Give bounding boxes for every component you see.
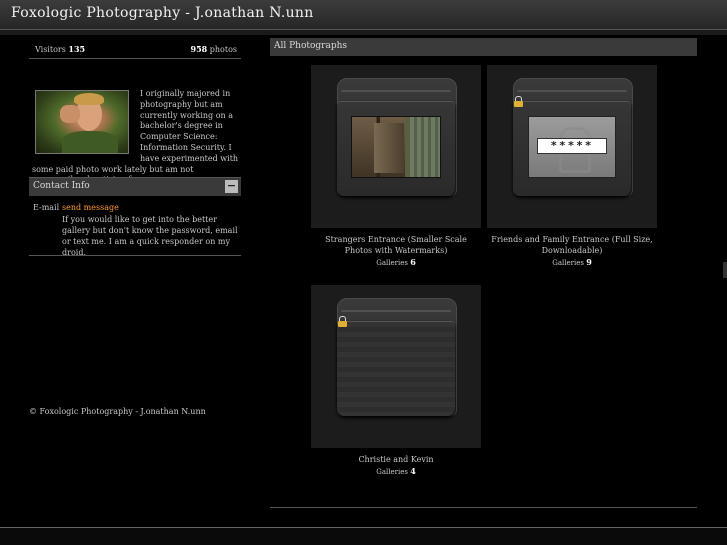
gallery-strangers-entrance[interactable]: Strangers Entrance (Smaller Scale Photos… xyxy=(311,65,481,267)
photos-count: 958 xyxy=(190,44,208,54)
password-mask: ***** xyxy=(537,138,607,154)
avatar xyxy=(35,90,129,154)
bio-section: I originally majored in photography but … xyxy=(29,59,241,184)
visitors-count: 135 xyxy=(68,44,86,54)
gallery-name[interactable]: Christie and Kevin xyxy=(311,454,481,465)
stats-bar: Visitors 135 958 photos xyxy=(29,38,241,59)
gallery-name[interactable]: Strangers Entrance (Smaller Scale Photos… xyxy=(311,234,481,256)
lock-body xyxy=(338,321,347,327)
email-label: E-mail xyxy=(33,203,60,212)
gallery-friends-family-entrance[interactable]: ***** Friends and Family Entrance (Full … xyxy=(487,65,657,267)
contact-info-header: Contact Info − xyxy=(29,177,241,196)
locked-cover: ***** xyxy=(528,116,616,178)
folder-front xyxy=(337,321,455,416)
photos-label: photos xyxy=(209,45,237,54)
gallery-count-label: Galleries xyxy=(376,468,408,476)
visitors-label: Visitors xyxy=(35,45,66,54)
scrollbar-grip[interactable] xyxy=(723,262,727,278)
visitors-stat: Visitors 135 xyxy=(35,44,85,54)
gallery-christie-and-kevin[interactable]: Christie and Kevin Galleries 4 xyxy=(311,285,481,476)
minus-icon[interactable]: − xyxy=(225,180,238,193)
all-photographs-title: All Photographs xyxy=(274,41,348,51)
gallery-thumbnail[interactable] xyxy=(311,285,481,448)
folder-line xyxy=(341,90,451,92)
gallery-name[interactable]: Friends and Family Entrance (Full Size, … xyxy=(487,234,657,256)
lock-icon xyxy=(338,316,347,327)
site-header: Foxologic Photography - J.onathan N.unn xyxy=(0,0,727,30)
gallery-count-label: Galleries xyxy=(376,259,408,267)
gallery-thumbnail[interactable] xyxy=(311,65,481,228)
footer xyxy=(0,528,727,545)
send-message-link[interactable]: send message xyxy=(62,202,119,213)
gallery-count-value: 6 xyxy=(410,257,416,267)
photo-wood xyxy=(410,117,440,177)
folder-line xyxy=(341,310,451,312)
site-title[interactable]: Foxologic Photography - J.onathan N.unn xyxy=(11,5,314,21)
sidebar: Visitors 135 958 photos I originally maj… xyxy=(29,38,241,184)
lock-body xyxy=(514,101,523,107)
lock-icon xyxy=(514,96,523,107)
main-divider xyxy=(270,507,697,508)
folder-line xyxy=(517,90,627,92)
page: Foxologic Photography - J.onathan N.unn … xyxy=(0,0,727,545)
gallery-count: Galleries 6 xyxy=(311,257,481,267)
gallery-count: Galleries 9 xyxy=(487,257,657,267)
gallery-count-label: Galleries xyxy=(552,259,584,267)
contact-note: If you would like to get into the better… xyxy=(62,215,238,257)
gallery-count-value: 9 xyxy=(586,257,592,267)
gallery-thumbnail[interactable]: ***** xyxy=(487,65,657,228)
avatar-hand xyxy=(60,105,80,123)
all-photographs-header: All Photographs xyxy=(270,38,697,56)
copyright: © Foxologic Photography - J.onathan N.un… xyxy=(29,407,206,416)
photo-door xyxy=(374,123,404,173)
gallery-count-value: 4 xyxy=(410,466,416,476)
header-strip xyxy=(0,30,727,35)
gallery-count: Galleries 4 xyxy=(311,466,481,476)
photos-stat: 958 photos xyxy=(191,44,237,54)
contact-info: E-mail send message If you would like to… xyxy=(29,200,241,257)
gallery-cover-photo xyxy=(351,116,441,178)
contact-info-title: Contact Info xyxy=(33,181,90,191)
avatar-shirt xyxy=(62,131,118,153)
avatar-hair xyxy=(74,93,104,105)
